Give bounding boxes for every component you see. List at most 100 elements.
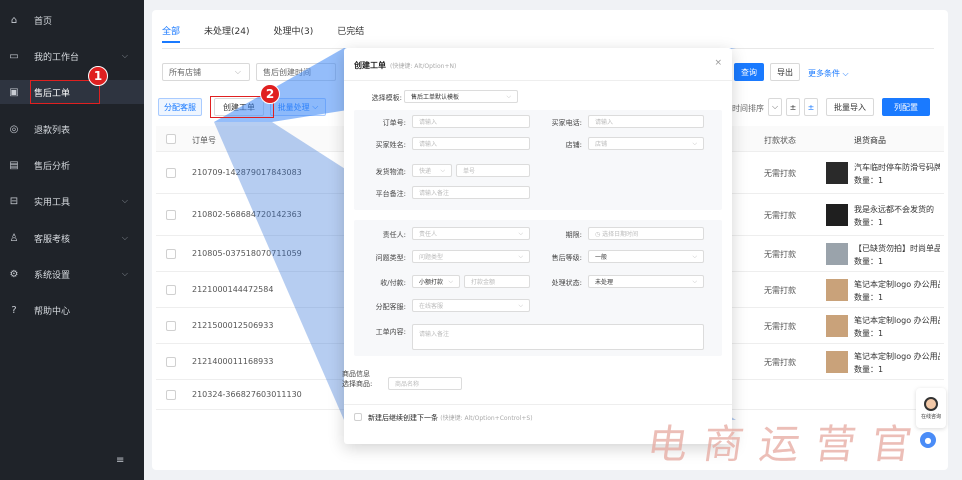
- template-select[interactable]: 售后工单默认模板 ⌵: [404, 90, 518, 103]
- order-id[interactable]: 210709-142879017843083: [192, 168, 302, 177]
- tracking-input[interactable]: 单号: [456, 164, 530, 177]
- sort-label: 时间排序: [732, 104, 764, 113]
- dialog-shortcut-hint: (快捷键: Alt/Option+N): [390, 63, 457, 70]
- date-type-select[interactable]: 售后创建时间: [256, 63, 336, 81]
- sidebar-item-label: 退款列表: [34, 125, 71, 136]
- buyer-name-label: 买家姓名:: [375, 141, 406, 149]
- assign-agent-button[interactable]: 分配客服: [158, 98, 202, 116]
- row-checkbox[interactable]: [166, 285, 176, 295]
- chevron-down-icon: ⌵: [448, 277, 453, 285]
- product-qty: 数量：1: [854, 329, 884, 338]
- select-all-checkbox[interactable]: [166, 134, 176, 144]
- row-checkbox[interactable]: [166, 357, 176, 367]
- column-config-button[interactable]: 列配置: [882, 98, 930, 116]
- batch-process-button[interactable]: 批量处理 ⌵: [270, 98, 326, 116]
- product-name[interactable]: 笔记本定制logo 办公用品: [854, 279, 940, 290]
- assign-agent-label: 分配客服:: [375, 303, 406, 311]
- continue-shortcut-hint: (快捷键: Alt/Option+Control+S): [440, 415, 533, 422]
- courier-placeholder: 快递: [419, 168, 432, 175]
- sidebar-item-3[interactable]: ◎ 退款列表: [0, 117, 144, 141]
- print-status: 无需打款: [764, 322, 796, 331]
- print-status: 无需打款: [764, 211, 796, 220]
- goods-input[interactable]: 商品名称: [388, 377, 462, 390]
- sidebar-item-0[interactable]: ⌂ 首页: [0, 8, 144, 32]
- product-thumbnail: [826, 204, 848, 226]
- sort-desc-icon[interactable]: ±: [804, 98, 818, 116]
- header-goods: 退货商品: [854, 136, 886, 145]
- platform-remark-input[interactable]: 请输入备注: [412, 186, 530, 199]
- people-icon: ♙: [9, 232, 19, 244]
- tab-all[interactable]: 全部: [162, 24, 181, 43]
- sidebar-item-4[interactable]: ▤ 售后分析: [0, 153, 144, 177]
- sort-order-select[interactable]: ⌵: [768, 98, 782, 116]
- product-name[interactable]: 笔记本定制logo 办公用品: [854, 351, 940, 362]
- process-status-select[interactable]: 未处理 ⌵: [588, 275, 704, 288]
- payment-type-select[interactable]: 小额打款 ⌵: [412, 275, 460, 288]
- print-status: 无需打款: [764, 286, 796, 295]
- more-conditions-label: 更多条件: [808, 69, 840, 78]
- owner-label: 责任人:: [382, 231, 406, 239]
- product-name[interactable]: 我是永远都不会发货的: [854, 204, 940, 215]
- order-id[interactable]: 2121400011168933: [192, 357, 273, 366]
- continue-checkbox[interactable]: [354, 413, 362, 421]
- sort-asc-icon[interactable]: ±: [786, 98, 800, 116]
- order-id[interactable]: 2121000144472584: [192, 285, 273, 294]
- owner-select[interactable]: 责任人 ⌵: [412, 227, 530, 240]
- batch-import-button[interactable]: 批量导入: [826, 98, 874, 116]
- export-button[interactable]: 导出: [770, 63, 800, 81]
- order-id[interactable]: 2121500012506933: [192, 321, 273, 330]
- content-label: 工单内容:: [375, 328, 406, 336]
- sidebar-item-8[interactable]: ? 帮助中心: [0, 298, 144, 322]
- more-conditions-link[interactable]: 更多条件 ⌵: [808, 68, 849, 79]
- row-checkbox[interactable]: [166, 321, 176, 331]
- amount-input[interactable]: 打款金额: [464, 275, 530, 288]
- row-checkbox[interactable]: [166, 210, 176, 220]
- deadline-picker[interactable]: ◷ 选择日期时间: [588, 227, 704, 240]
- header-print-status: 打款状态: [764, 136, 796, 145]
- level-label: 售后等级:: [551, 254, 582, 262]
- row-checkbox[interactable]: [166, 168, 176, 178]
- report-icon: ▤: [9, 159, 19, 171]
- order-id[interactable]: 210324-366827603011130: [192, 390, 302, 399]
- watermark: 电商运营官: [644, 422, 931, 468]
- goods-label: 选择商品:: [342, 380, 373, 388]
- product-qty: 数量：1: [854, 293, 884, 302]
- assign-agent-placeholder: 在线客服: [419, 303, 444, 310]
- tab-finished[interactable]: 已完结: [337, 24, 364, 43]
- shop-select[interactable]: 所有店铺 ⌵: [162, 63, 250, 81]
- order-input[interactable]: 请输入: [412, 115, 530, 128]
- buyer-name-input[interactable]: 请输入: [412, 137, 530, 150]
- shop-dialog-select[interactable]: 店铺 ⌵: [588, 137, 704, 150]
- assign-agent-select[interactable]: 在线客服 ⌵: [412, 299, 530, 312]
- toolbox-icon: ⊟: [9, 195, 19, 207]
- close-icon[interactable]: ×: [714, 58, 722, 68]
- tab-processing[interactable]: 处理中(3): [274, 24, 314, 43]
- sidebar-item-1[interactable]: ▭ 我的工作台 ⌵: [0, 44, 144, 68]
- sidebar-item-6[interactable]: ♙ 客服考核 ⌵: [0, 226, 144, 250]
- level-select[interactable]: 一般 ⌵: [588, 250, 704, 263]
- order-id[interactable]: 210802-568684720142363: [192, 210, 302, 219]
- product-name[interactable]: 笔记本定制logo 办公用品: [854, 315, 940, 326]
- tab-unprocessed[interactable]: 未处理(24): [204, 24, 249, 43]
- row-checkbox[interactable]: [166, 249, 176, 259]
- courier-select[interactable]: 快递 ⌵: [412, 164, 452, 177]
- chevron-down-icon: ⌵: [121, 51, 128, 60]
- sidebar-item-7[interactable]: ⚙ 系统设置 ⌵: [0, 262, 144, 286]
- product-name[interactable]: 汽车临时停车防滑号码牌: [854, 162, 940, 173]
- order-id[interactable]: 210805-037518070711059: [192, 249, 302, 258]
- phone-input[interactable]: 请输入: [588, 115, 704, 128]
- content-textarea[interactable]: 请输入备注: [412, 324, 704, 350]
- sidebar-item-5[interactable]: ⊟ 实用工具 ⌵: [0, 189, 144, 213]
- goods-section-title: 商品信息: [342, 370, 370, 378]
- chevron-down-icon: ⌵: [506, 92, 511, 100]
- sidebar-item-label: 实用工具: [34, 197, 71, 208]
- product-name[interactable]: 【已缺货勿拍】时尚单品: [854, 243, 940, 254]
- sidebar: ⌂ 首页 ▭ 我的工作台 ⌵ ▣ 售后工单 ◎ 退款列表 ▤ 售后分析 ⊟ 实用工具 ⌵ ♙ 客服考核 ⌵ ⚙ 系统…: [0, 0, 144, 480]
- row-checkbox[interactable]: [166, 390, 176, 400]
- monitor-icon: ▭: [9, 50, 19, 62]
- collapse-sidebar-icon[interactable]: ≡: [116, 455, 124, 466]
- sidebar-item-label: 首页: [34, 16, 53, 27]
- issue-type-select[interactable]: 问题类型 ⌵: [412, 250, 530, 263]
- query-button[interactable]: 查询: [734, 63, 764, 81]
- template-value: 售后工单默认模板: [411, 94, 460, 101]
